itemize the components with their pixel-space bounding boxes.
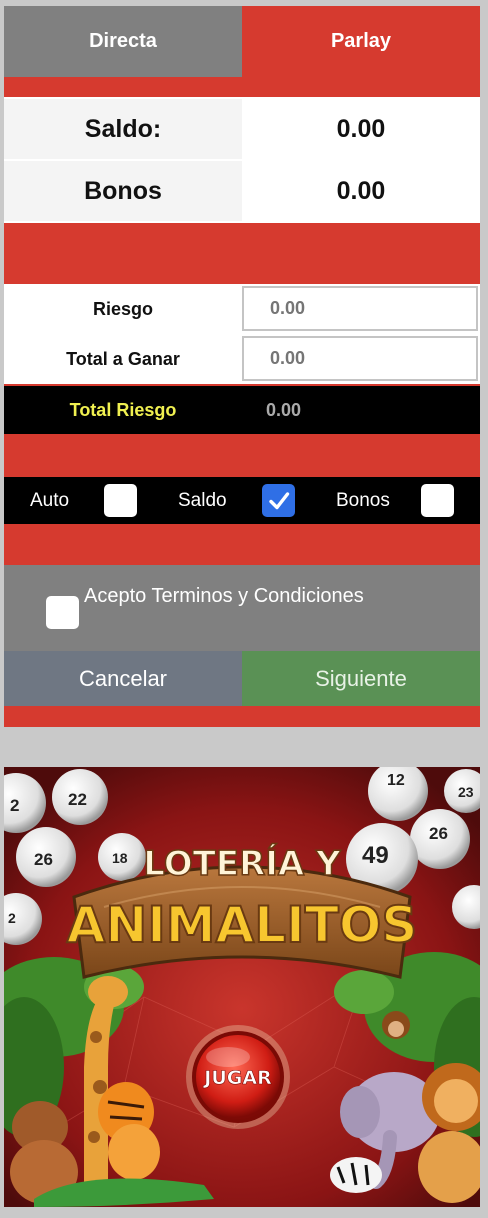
payment-options: Auto Saldo Bonos [4,477,480,524]
ball-number: 2 [10,796,19,815]
saldo-value: 0.00 [242,99,480,159]
logo-title-line2: ANIMALITOS [67,896,418,954]
zebra-illustration [330,1157,382,1193]
total-riesgo-value: 0.00 [266,399,302,420]
bonos-label: Bonos [4,161,242,221]
checkmark-icon [268,491,289,509]
ball-number: 22 [68,790,87,809]
terms-label[interactable]: Acepto Terminos y Condiciones [84,585,364,608]
ball-number: 2 [8,910,16,926]
bonos-option-label: Bonos [336,489,390,511]
monkey-illustration [382,1011,410,1039]
tab-directa[interactable]: Directa [4,6,242,77]
saldo-option-label: Saldo [178,489,227,511]
saldo-checkbox[interactable] [262,484,295,517]
next-button[interactable]: Siguiente [242,651,480,706]
ball-number: 26 [34,850,53,869]
bonos-value: 0.00 [242,161,480,221]
loteria-animalitos-banner[interactable]: 2 22 26 18 12 23 26 49 2 LOTERÍA Y ANIMA… [4,767,480,1207]
total-ganar-row: Total a Ganar [4,334,480,384]
cancel-button[interactable]: Cancelar [4,651,242,706]
banner-artwork: 2 22 26 18 12 23 26 49 2 LOTERÍA Y ANIMA… [4,767,480,1207]
auto-label: Auto [30,489,70,511]
bonos-checkbox[interactable] [421,484,454,517]
ball-number: 26 [429,824,448,843]
jugar-label: JUGAR [202,1067,272,1089]
bet-panel: Directa Parlay Saldo: 0.00 Bonos 0.00 Ri… [4,6,480,727]
bet-type-tabs: Directa Parlay [4,6,480,77]
riesgo-label: Riesgo [92,298,153,319]
ball-number: 12 [387,772,405,789]
total-riesgo-label: Total Riesgo [69,399,177,420]
risk-table: Riesgo Total a Ganar Total Riesgo 0.00 [4,284,480,436]
saldo-row: Saldo: 0.00 [4,99,480,159]
ball-number: 23 [458,784,474,800]
terms-section: Acepto Terminos y Condiciones [4,565,480,651]
riesgo-input[interactable] [242,286,478,331]
ball-number: 49 [362,842,389,869]
total-riesgo-row: Total Riesgo 0.00 [4,386,480,434]
action-buttons: Cancelar Siguiente [4,651,480,706]
total-ganar-input[interactable] [242,336,478,381]
total-ganar-label: Total a Ganar [66,348,180,369]
ball-number: 18 [112,850,128,866]
terms-checkbox[interactable] [46,596,79,629]
riesgo-row: Riesgo [4,284,480,334]
bonos-row: Bonos 0.00 [4,161,480,221]
logo-title-line1: LOTERÍA Y [143,843,341,884]
saldo-label: Saldo: [4,99,242,159]
auto-checkbox[interactable] [104,484,137,517]
tab-parlay[interactable]: Parlay [242,6,480,77]
balances-table: Saldo: 0.00 Bonos 0.00 [4,97,480,223]
